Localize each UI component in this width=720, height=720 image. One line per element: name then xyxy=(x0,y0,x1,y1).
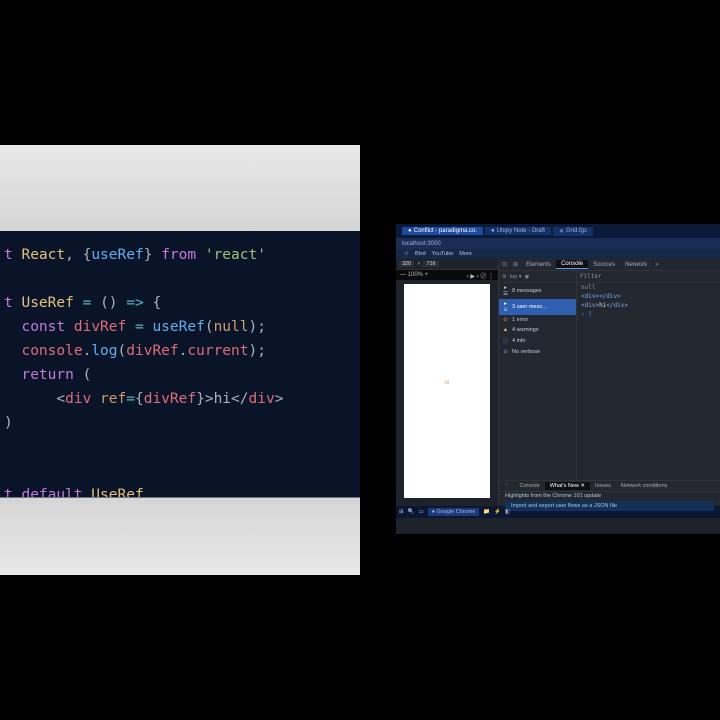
more-tabs-icon[interactable]: » xyxy=(652,262,661,268)
tab-sources[interactable]: Sources xyxy=(588,261,620,269)
taskbar-app-chrome[interactable]: ● Google Chrome xyxy=(428,508,480,516)
code-line: const divRef = useRef(null); xyxy=(4,315,360,339)
star-icon[interactable]: ☆ xyxy=(404,251,409,257)
code-line: return ( xyxy=(4,363,360,387)
whatsnew-card[interactable]: Import and export user flows as a JSON f… xyxy=(505,501,714,511)
code-line: t React, {useRef} from 'react' xyxy=(4,243,360,267)
filter-input[interactable]: Filter xyxy=(580,273,602,280)
task-view-icon[interactable]: ▭ xyxy=(418,509,423,515)
devtools-tabs: ⊡ ⊞ Elements Console Sources Network » xyxy=(499,259,720,271)
bookmark-bar: ☆ Blvd YouTube More xyxy=(396,249,720,259)
start-button[interactable]: ⊞ xyxy=(399,509,404,515)
console-line: null xyxy=(577,283,720,292)
console-line: <div></div> xyxy=(577,292,720,301)
context-selector[interactable]: top ▾ xyxy=(510,274,522,280)
console-sidebar: ⊘ top ▾ ◉ ▸ ☰8 messages ▸ ☺3 user mess… … xyxy=(499,271,577,480)
close-icon: ✕ xyxy=(559,228,564,235)
bookmark-item[interactable]: YouTube xyxy=(432,251,454,257)
search-icon[interactable]: 🔍 xyxy=(408,509,415,515)
live-expression-icon[interactable]: ◉ xyxy=(525,274,530,280)
console-line: <div>hi</div> xyxy=(577,301,720,310)
drawer-tab-console[interactable]: Console xyxy=(515,482,545,490)
page-content-text: hi xyxy=(445,380,449,386)
code-area: t React, {useRef} from 'react' t UseRef … xyxy=(0,231,360,497)
browser-tab-strip: ●Conflict - paradigma.co. ●Utopy Note - … xyxy=(396,224,720,238)
messages-filter[interactable]: ▸ ☰8 messages xyxy=(499,283,576,299)
errors-filter[interactable]: ⊘1 error xyxy=(499,315,576,325)
taskbar-app[interactable]: ⚡ xyxy=(494,509,501,515)
bookmark-item[interactable]: Blvd xyxy=(415,251,426,257)
drawer-menu-icon[interactable]: ⋮ xyxy=(499,482,515,490)
code-line: t default UseRef xyxy=(4,483,360,497)
devtools-panel: ⊡ ⊞ Elements Console Sources Network » ⊘… xyxy=(498,259,720,506)
mobile-preview-pane: 320 × 716 — 100% + ‹ ▶ › 〄 ⋮ hi xyxy=(396,259,498,506)
bookmark-item[interactable]: More xyxy=(459,251,472,257)
verbose-filter[interactable]: ⊝No verbose xyxy=(499,347,576,357)
info-filter[interactable]: ⓘ4 info xyxy=(499,335,576,347)
browser-tab[interactable]: ●Utopy Note - Draft xyxy=(485,227,551,235)
code-line: ) xyxy=(4,411,360,435)
code-line: console.log(divRef.current); xyxy=(4,339,360,363)
device-screen[interactable]: hi xyxy=(404,284,490,498)
clear-icon[interactable]: ⊘ xyxy=(502,274,507,280)
code-line: <div ref={divRef}>hi</div> xyxy=(4,387,360,411)
code-editor-panel: t React, {useRef} from 'react' t UseRef … xyxy=(0,145,360,575)
zoom-controls[interactable]: — 100% + xyxy=(400,272,428,278)
browser-tab[interactable]: ●Conflict - paradigma.co. xyxy=(402,227,483,235)
warnings-filter[interactable]: ▲4 warnings xyxy=(499,325,576,335)
tab-favicon-icon: ● xyxy=(408,228,412,234)
device-toggle-icon[interactable]: ⊞ xyxy=(510,261,521,268)
browser-tab[interactable]: ✕Grid.fgs xyxy=(553,227,593,236)
tab-elements[interactable]: Elements xyxy=(521,261,556,269)
tab-favicon-icon: ● xyxy=(491,228,495,234)
devtools-drawer: ⋮ Console What's New ✕ Issues Network co… xyxy=(499,480,720,506)
user-messages-filter[interactable]: ▸ ☺3 user mess… xyxy=(499,299,576,315)
width-input[interactable]: 320 xyxy=(399,261,414,267)
taskbar-app[interactable]: ◧ xyxy=(505,509,510,515)
drawer-tab-issues[interactable]: Issues xyxy=(590,482,616,490)
device-toolbar: 320 × 716 xyxy=(396,259,498,270)
whatsnew-title: Highlights from the Chrome 101 update xyxy=(505,493,714,499)
height-input[interactable]: 716 xyxy=(423,261,438,267)
url-bar[interactable]: localhost:3000 xyxy=(396,238,720,249)
tab-network[interactable]: Network xyxy=(620,261,652,269)
url-text: localhost:3000 xyxy=(402,241,441,247)
code-line: t UseRef = () => { xyxy=(4,291,360,315)
drawer-tab-whatsnew[interactable]: What's New ✕ xyxy=(545,482,590,490)
taskbar-app[interactable]: 📁 xyxy=(483,509,490,515)
console-output: Filter null <div></div> <div>hi</div> › … xyxy=(577,271,720,480)
inspect-icon[interactable]: ⊡ xyxy=(499,261,510,268)
tab-console[interactable]: Console xyxy=(556,260,588,269)
console-prompt[interactable]: › | xyxy=(577,310,720,319)
media-controls: — 100% + ‹ ▶ › 〄 ⋮ xyxy=(396,270,498,280)
drawer-tab-network-conditions[interactable]: Network conditions xyxy=(616,482,672,490)
browser-window: ●Conflict - paradigma.co. ●Utopy Note - … xyxy=(396,224,720,534)
playback-controls[interactable]: ‹ ▶ › 〄 ⋮ xyxy=(467,271,494,280)
